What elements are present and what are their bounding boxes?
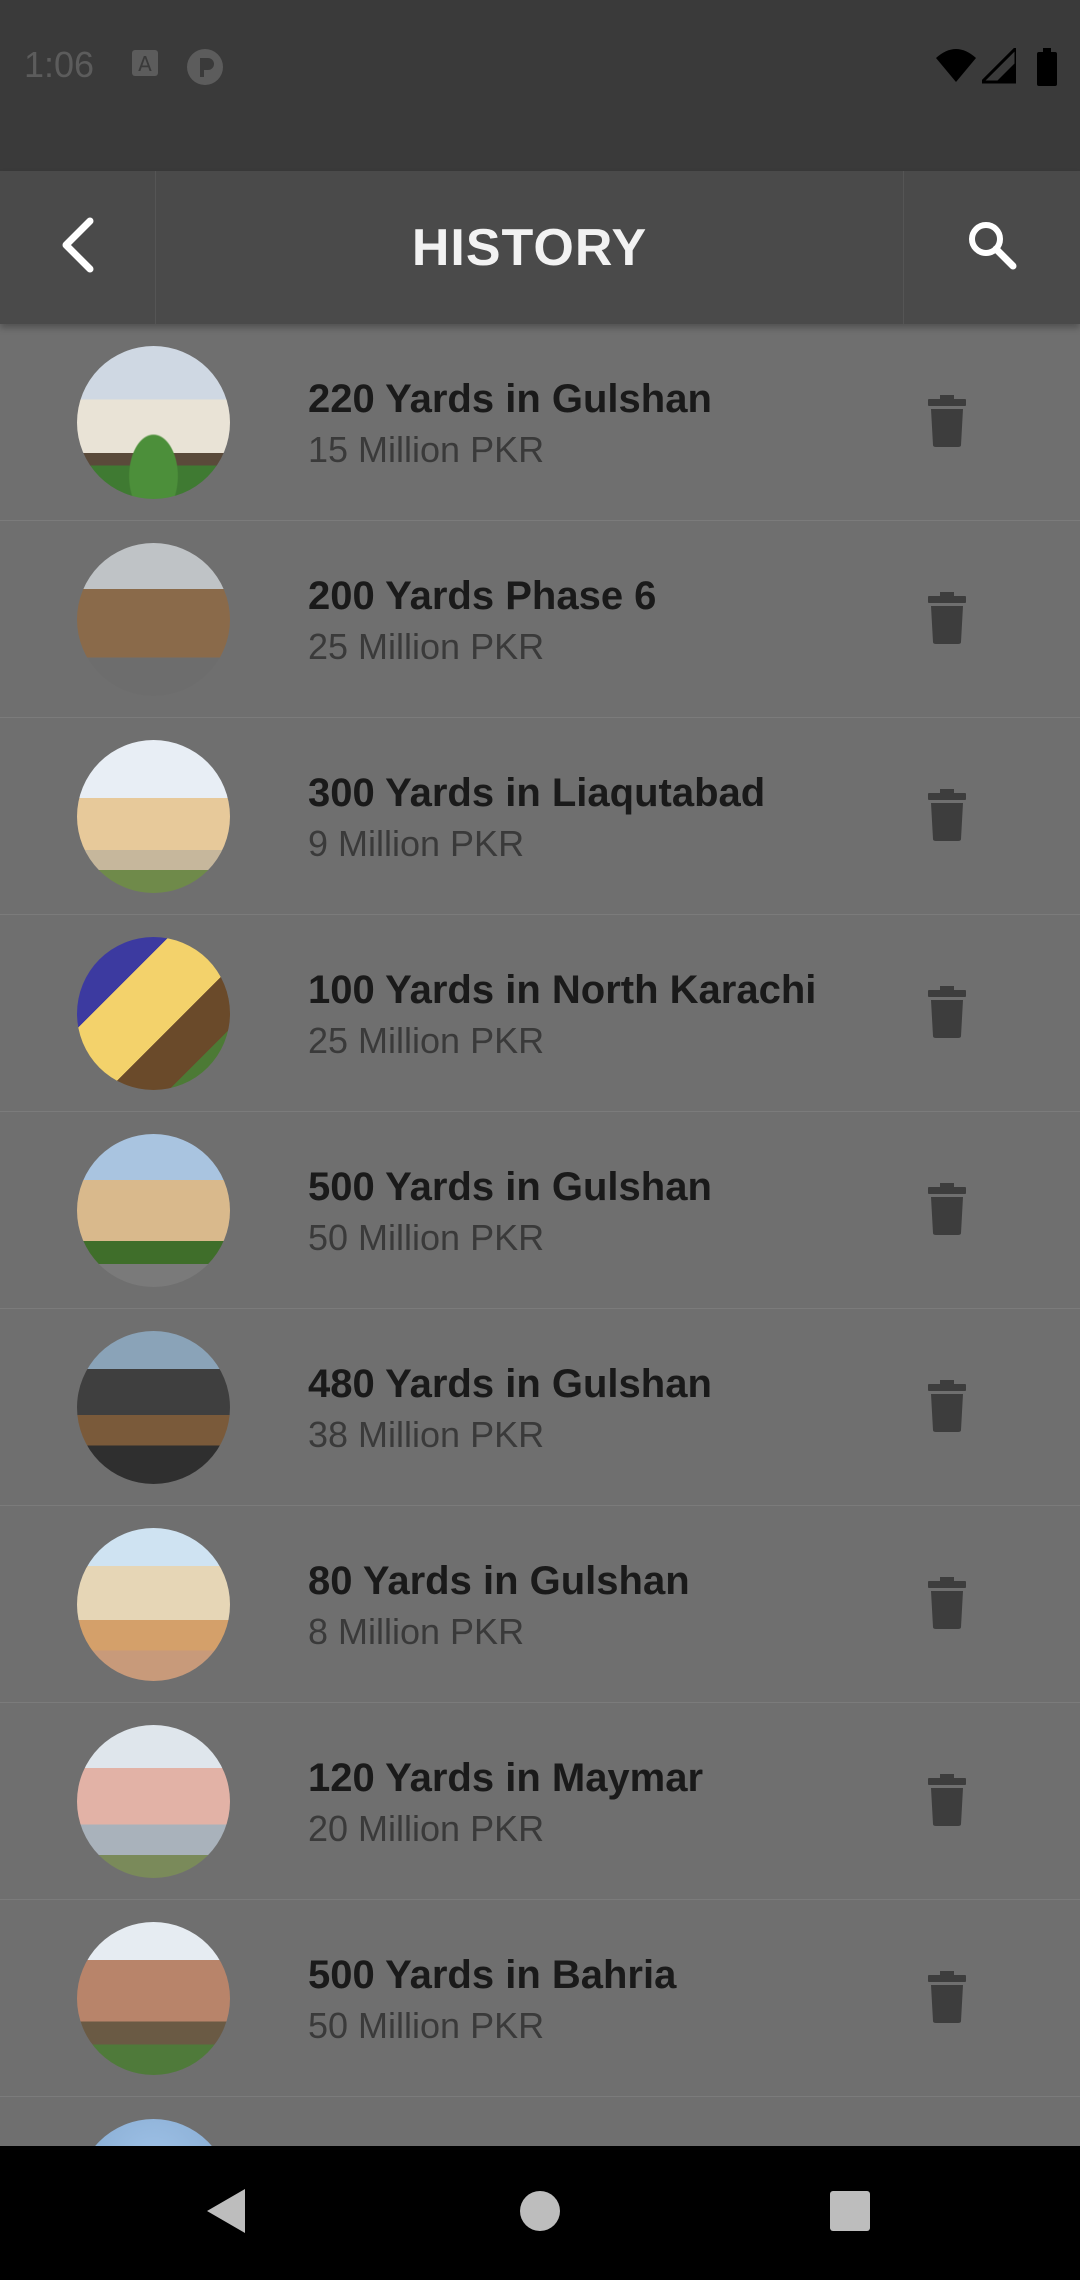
page-title: HISTORY [411,218,648,277]
delete-button[interactable] [920,394,974,452]
property-thumbnail [77,2119,230,2146]
item-title: 480 Yards in Gulshan [308,1361,712,1406]
item-price: 25 Million PKR [308,1019,545,1061]
list-item[interactable]: 80 Yards in Gulshan 8 Million PKR [0,1506,1080,1703]
list-item[interactable]: 120 Yards in Maymar 20 Million PKR [0,1703,1080,1900]
item-title: 200 Yards Phase 6 [308,573,657,618]
item-price: 50 Million PKR [308,1216,545,1258]
item-text: 500 Yards in Bahria 50 Million PKR [308,1900,828,2097]
item-text: 480 Yards in Gulshan 38 Million PKR [308,1309,828,1506]
item-title: 300 Yards in Liaqutabad [308,770,766,815]
delete-button[interactable] [920,1576,974,1634]
property-thumbnail [77,937,230,1090]
property-thumbnail [77,1528,230,1681]
item-text: 220 Yards in Gulshan 15 Million PKR [308,324,828,521]
signal-icon [978,44,1018,89]
triangle-back-icon [203,2187,247,2240]
status-bar: 1:06 A [0,0,1080,171]
property-thumbnail [77,740,230,893]
item-title: 500 Yards in Gulshan [308,1164,712,1209]
trash-icon [928,1379,966,1437]
item-text: 300 Yards in Liaqutabad 9 Million PKR [308,718,828,915]
item-price: 15 Million PKR [308,428,545,470]
list-item-partial[interactable] [0,2097,1080,2146]
trash-icon [928,1576,966,1634]
property-thumbnail [77,346,230,499]
trash-icon [928,1970,966,2028]
property-thumbnail [77,1331,230,1484]
property-thumbnail [77,1725,230,1878]
delete-button[interactable] [920,788,974,846]
notification-a-icon: A [130,48,160,83]
list-item[interactable]: 480 Yards in Gulshan 38 Million PKR [0,1309,1080,1506]
item-price: 8 Million PKR [308,1610,525,1652]
search-button[interactable] [903,171,1080,324]
item-text: 500 Yards in Gulshan 50 Million PKR [308,1112,828,1309]
item-title: 100 Yards in North Karachi [308,967,817,1012]
back-button[interactable] [0,171,156,324]
delete-button[interactable] [920,1970,974,2028]
trash-icon [928,1182,966,1240]
item-price: 50 Million PKR [308,2004,545,2046]
history-list[interactable]: 220 Yards in Gulshan 15 Million PKR 200 … [0,324,1080,2146]
trash-icon [928,985,966,1043]
search-icon [966,219,1018,276]
circle-home-icon [518,2189,562,2238]
trash-icon [928,1773,966,1831]
item-title: 220 Yards in Gulshan [308,376,712,421]
property-thumbnail [77,1134,230,1287]
list-item[interactable]: 100 Yards in North Karachi 25 Million PK… [0,915,1080,1112]
nav-recents-button[interactable] [790,2146,910,2280]
property-thumbnail [77,1922,230,2075]
battery-icon [1036,48,1058,91]
item-price: 38 Million PKR [308,1413,545,1455]
trash-icon [928,394,966,452]
trash-icon [928,788,966,846]
item-title: 500 Yards in Bahria [308,1952,677,1997]
svg-text:A: A [138,52,152,76]
wifi-icon [936,48,976,89]
list-item[interactable]: 500 Yards in Gulshan 50 Million PKR [0,1112,1080,1309]
item-title: 120 Yards in Maymar [308,1755,704,1800]
delete-button[interactable] [920,1773,974,1831]
status-time: 1:06 [24,44,95,85]
item-text: 80 Yards in Gulshan 8 Million PKR [308,1506,828,1703]
item-price: 25 Million PKR [308,625,545,667]
nav-back-button[interactable] [165,2146,285,2280]
navigation-bar [0,2146,1080,2280]
app-bar: HISTORY [0,171,1080,324]
item-price: 20 Million PKR [308,1807,545,1849]
item-price: 9 Million PKR [308,822,525,864]
app-p-icon [186,48,224,91]
item-text: 120 Yards in Maymar 20 Million PKR [308,1703,828,1900]
item-text: 100 Yards in North Karachi 25 Million PK… [308,915,828,1112]
list-item[interactable]: 200 Yards Phase 6 25 Million PKR [0,521,1080,718]
list-item[interactable]: 300 Yards in Liaqutabad 9 Million PKR [0,718,1080,915]
square-recents-icon [829,2190,871,2237]
delete-button[interactable] [920,591,974,649]
delete-button[interactable] [920,985,974,1043]
chevron-left-icon [58,217,98,278]
delete-button[interactable] [920,1379,974,1437]
trash-icon [928,591,966,649]
item-title: 80 Yards in Gulshan [308,1558,690,1603]
delete-button[interactable] [920,1182,974,1240]
list-item[interactable]: 500 Yards in Bahria 50 Million PKR [0,1900,1080,2097]
nav-home-button[interactable] [480,2146,600,2280]
item-text: 200 Yards Phase 6 25 Million PKR [308,521,828,718]
property-thumbnail [77,543,230,696]
list-item[interactable]: 220 Yards in Gulshan 15 Million PKR [0,324,1080,521]
